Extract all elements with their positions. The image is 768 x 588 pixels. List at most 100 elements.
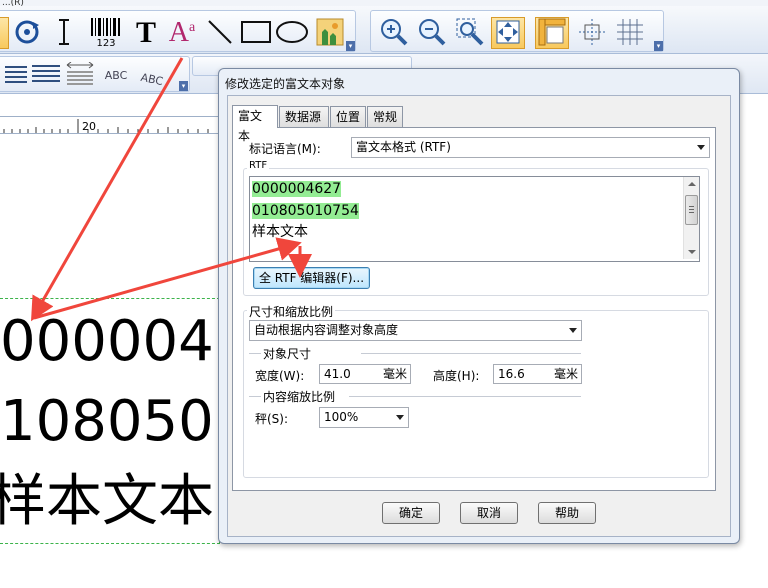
scroll-up-icon[interactable] bbox=[688, 182, 696, 186]
chevron-down-icon bbox=[697, 145, 705, 150]
scale-value: 100% bbox=[324, 410, 359, 424]
rtf-line-3: 样本文本 bbox=[252, 224, 308, 240]
chevron-down-icon bbox=[396, 415, 404, 420]
dialog-client-area: 富文本 数据源 位置 常规 标记语言(M): 富文本格式 (RTF) RTF 0… bbox=[227, 95, 731, 537]
scroll-down-icon[interactable] bbox=[688, 250, 696, 254]
guides-button[interactable] bbox=[575, 17, 609, 49]
rtf-line-2: 010805010754 bbox=[252, 203, 359, 219]
abc-icon: ABC bbox=[104, 68, 128, 82]
height-value: 16.6 bbox=[498, 367, 525, 381]
richtext-object[interactable]: 000004 108050 样本文本 bbox=[0, 298, 220, 544]
rectangle-icon bbox=[241, 20, 271, 46]
fit-page-button[interactable] bbox=[491, 17, 525, 49]
ellipse-tool-button[interactable] bbox=[275, 17, 309, 49]
height-label: 高度(H): bbox=[433, 369, 480, 383]
separator bbox=[349, 396, 581, 397]
ruler-icon bbox=[538, 18, 566, 49]
align-lines-icon bbox=[32, 64, 60, 87]
zoom-out-icon bbox=[418, 18, 446, 49]
chevron-down-icon bbox=[569, 328, 577, 333]
height-field[interactable]: 16.6 毫米 bbox=[493, 364, 582, 384]
line-tool-button[interactable] bbox=[203, 17, 237, 49]
picture-tool-button[interactable] bbox=[313, 17, 347, 49]
text-tool-button[interactable]: T bbox=[129, 16, 163, 49]
zoom-region-button[interactable] bbox=[453, 17, 487, 49]
align-lines-button[interactable] bbox=[29, 59, 63, 91]
align-justify-icon bbox=[5, 64, 27, 87]
size-scale-label: 尺寸和缩放比例 bbox=[247, 303, 336, 320]
ellipse-icon bbox=[276, 20, 308, 46]
guides-icon bbox=[578, 18, 606, 49]
rectangle-tool-button[interactable] bbox=[239, 17, 273, 49]
richtext-superscript: a bbox=[189, 20, 196, 35]
content-scale-label: 内容缩放比例 bbox=[263, 390, 336, 404]
toolbar-objects: 123 T Aa ▾ ▾ bbox=[0, 6, 768, 54]
dialog-title: 修改选定的富文本对象 bbox=[225, 77, 346, 91]
fit-page-icon bbox=[494, 18, 522, 49]
canvas-line-1: 000004 bbox=[0, 309, 214, 374]
grid-icon bbox=[616, 18, 644, 49]
help-button[interactable]: 帮助 bbox=[538, 502, 596, 524]
line-icon bbox=[207, 19, 233, 48]
width-value: 41.0 bbox=[324, 367, 351, 381]
toolbar-chevron-icon[interactable]: ▾ bbox=[179, 81, 188, 91]
toolbar-group-align: ABC ABC ▾ bbox=[0, 56, 190, 92]
tab-general[interactable]: 常规 bbox=[367, 106, 403, 127]
cancel-button[interactable]: 取消 bbox=[460, 502, 518, 524]
richtext-icon: A bbox=[168, 17, 189, 48]
zoom-in-button[interactable] bbox=[377, 17, 411, 49]
spacing-icon bbox=[65, 61, 95, 89]
tab-richtext[interactable]: 富文本 bbox=[232, 105, 278, 143]
ruler-toggle-button[interactable] bbox=[535, 17, 569, 49]
scale-label: 秤(S): bbox=[255, 412, 289, 426]
full-rtf-editor-button[interactable]: 全 RTF 编辑器(F)... bbox=[253, 267, 370, 289]
text-t-icon: T bbox=[135, 16, 156, 49]
width-label: 宽度(W): bbox=[255, 369, 305, 383]
size-mode-select[interactable]: 自动根据内容调整对象高度 bbox=[249, 320, 582, 341]
barcode-button[interactable]: 123 bbox=[89, 17, 123, 49]
rtf-editor[interactable]: 0000004627 010805010754 样本文本 bbox=[249, 176, 700, 262]
separator bbox=[249, 353, 261, 354]
separator bbox=[361, 353, 581, 354]
ruler-ticks bbox=[3, 119, 209, 133]
width-field[interactable]: 41.0 毫米 bbox=[319, 364, 411, 384]
modify-richtext-dialog: 修改选定的富文本对象 富文本 数据源 位置 常规 标记语言(M): 富文本格式 … bbox=[218, 68, 740, 544]
height-unit: 毫米 bbox=[553, 367, 578, 381]
rtf-line-1: 0000004627 bbox=[252, 181, 342, 197]
markup-language-value: 富文本格式 (RTF) bbox=[356, 140, 451, 154]
scroll-thumb[interactable] bbox=[685, 195, 698, 225]
zoom-region-icon bbox=[456, 18, 484, 49]
zoom-out-button[interactable] bbox=[415, 17, 449, 49]
barcode-icon bbox=[91, 17, 121, 39]
rtf-scrollbar[interactable] bbox=[683, 177, 699, 259]
rtf-group-label: RTF bbox=[247, 160, 270, 171]
toolbar-chevron-icon[interactable]: ▾ bbox=[654, 41, 663, 51]
barcode-caption: 123 bbox=[96, 37, 116, 49]
rotate-icon bbox=[14, 19, 40, 48]
toolbar-group-view: ▾ bbox=[370, 10, 664, 52]
markup-language-select[interactable]: 富文本格式 (RTF) bbox=[351, 137, 710, 158]
horizontal-ruler: 20 bbox=[0, 116, 222, 134]
ok-button[interactable]: 确定 bbox=[382, 502, 440, 524]
size-mode-value: 自动根据内容调整对象高度 bbox=[254, 323, 399, 337]
tab-datasource[interactable]: 数据源 bbox=[279, 106, 329, 127]
text-abc-button[interactable]: ABC bbox=[99, 59, 133, 91]
spacing-button[interactable] bbox=[63, 59, 97, 91]
grid-button[interactable] bbox=[613, 17, 647, 49]
tab-position[interactable]: 位置 bbox=[330, 106, 366, 127]
ruler-label: 20 bbox=[82, 120, 96, 133]
rotate-button[interactable] bbox=[10, 17, 44, 49]
selection-tool-button[interactable] bbox=[0, 17, 9, 49]
toolbar-chevron-icon[interactable]: ▾ bbox=[346, 41, 355, 51]
richtext-tab-panel: 标记语言(M): 富文本格式 (RTF) RTF 0000004627 0108… bbox=[232, 127, 716, 491]
separator bbox=[249, 396, 261, 397]
text-cursor-button[interactable] bbox=[47, 17, 81, 49]
abc-rotated-icon: ABC bbox=[139, 70, 165, 88]
text-abc-rotated-button[interactable]: ABC bbox=[132, 60, 172, 98]
canvas-line-2: 108050 bbox=[0, 389, 214, 454]
scale-select[interactable]: 100% bbox=[319, 407, 409, 428]
richtext-tool-button[interactable]: Aa bbox=[165, 17, 199, 49]
zoom-in-icon bbox=[380, 18, 408, 49]
picture-icon bbox=[316, 18, 344, 49]
object-size-label: 对象尺寸 bbox=[263, 347, 312, 361]
